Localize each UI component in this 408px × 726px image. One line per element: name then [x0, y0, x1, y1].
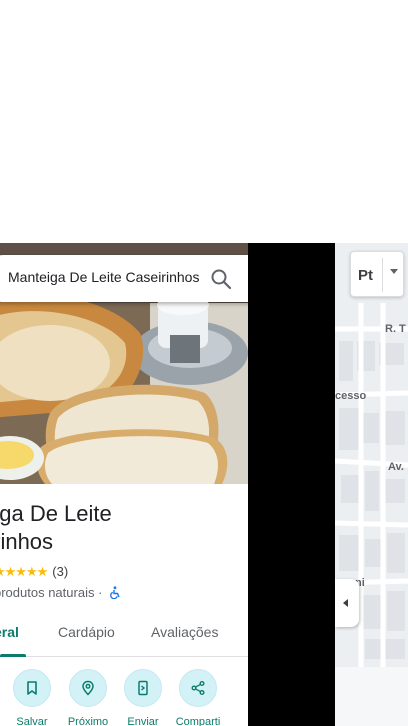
blank-area: [0, 0, 408, 243]
tab-overview[interactable]: eral: [0, 624, 19, 640]
layers-divider: [382, 258, 383, 292]
send-to-phone-button[interactable]: Enviar: [115, 669, 171, 726]
map-view[interactable]: Pt R. T cesso Av. ni: [335, 243, 408, 726]
rating-stars: ★★★★★: [0, 564, 48, 579]
share-label: Comparti: [175, 716, 221, 726]
tab-reviews-label: Avaliações: [151, 624, 219, 640]
panel-separator: [248, 243, 335, 726]
wheelchair-accessible-icon: [109, 586, 122, 600]
search-box[interactable]: Manteiga De Leite Caseirinhos: [0, 255, 248, 302]
share-button[interactable]: Comparti: [170, 669, 226, 726]
share-icon: [179, 669, 217, 707]
nearby-label: Próximo: [67, 716, 109, 726]
tab-overview-label: eral: [0, 624, 19, 640]
search-input[interactable]: Manteiga De Leite Caseirinhos: [8, 269, 202, 285]
chevron-left-icon: [343, 599, 348, 607]
place-panel: Manteiga De Leite Caseirinhos teiga De L…: [0, 243, 248, 726]
tab-menu-label: Cardápio: [58, 624, 115, 640]
search-icon[interactable]: [210, 268, 232, 290]
action-buttons: Salvar Próximo Enviar Comparti: [0, 669, 248, 726]
nearby-button[interactable]: Próximo: [60, 669, 116, 726]
layers-button-label: Pt: [358, 267, 373, 284]
place-title: teiga De Leite eirinhos: [0, 500, 246, 556]
place-title-line-2: eirinhos: [0, 529, 54, 554]
rating-row[interactable]: ★★★★★ (3): [0, 564, 68, 580]
map-tiles: [335, 243, 408, 667]
place-tabs: eral Cardápio Avaliações: [0, 611, 248, 657]
save-button[interactable]: Salvar: [4, 669, 60, 726]
active-tab-indicator: [0, 654, 26, 657]
collapse-panel-button[interactable]: [335, 579, 359, 627]
send-label: Enviar: [127, 716, 159, 726]
tab-menu[interactable]: Cardápio: [58, 624, 115, 640]
map-lower-area: [335, 667, 408, 726]
place-category: produtos naturais ·: [0, 585, 103, 600]
rating-count[interactable]: (3): [52, 564, 68, 579]
street-label-3: Av.: [388, 461, 404, 473]
maps-app: Manteiga De Leite Caseirinhos teiga De L…: [0, 0, 408, 726]
bookmark-icon: [13, 669, 51, 707]
send-to-phone-icon: [124, 669, 162, 707]
street-label-1: R. T: [385, 323, 406, 335]
category-row: produtos naturais ·: [0, 585, 122, 600]
tab-reviews[interactable]: Avaliações: [151, 624, 218, 640]
nearby-icon: [69, 669, 107, 707]
chevron-down-icon[interactable]: [390, 269, 398, 274]
place-title-line-1: teiga De Leite: [0, 501, 112, 526]
street-label-2: cesso: [335, 390, 367, 402]
layers-button[interactable]: Pt: [350, 251, 404, 297]
save-label: Salvar: [16, 716, 48, 726]
